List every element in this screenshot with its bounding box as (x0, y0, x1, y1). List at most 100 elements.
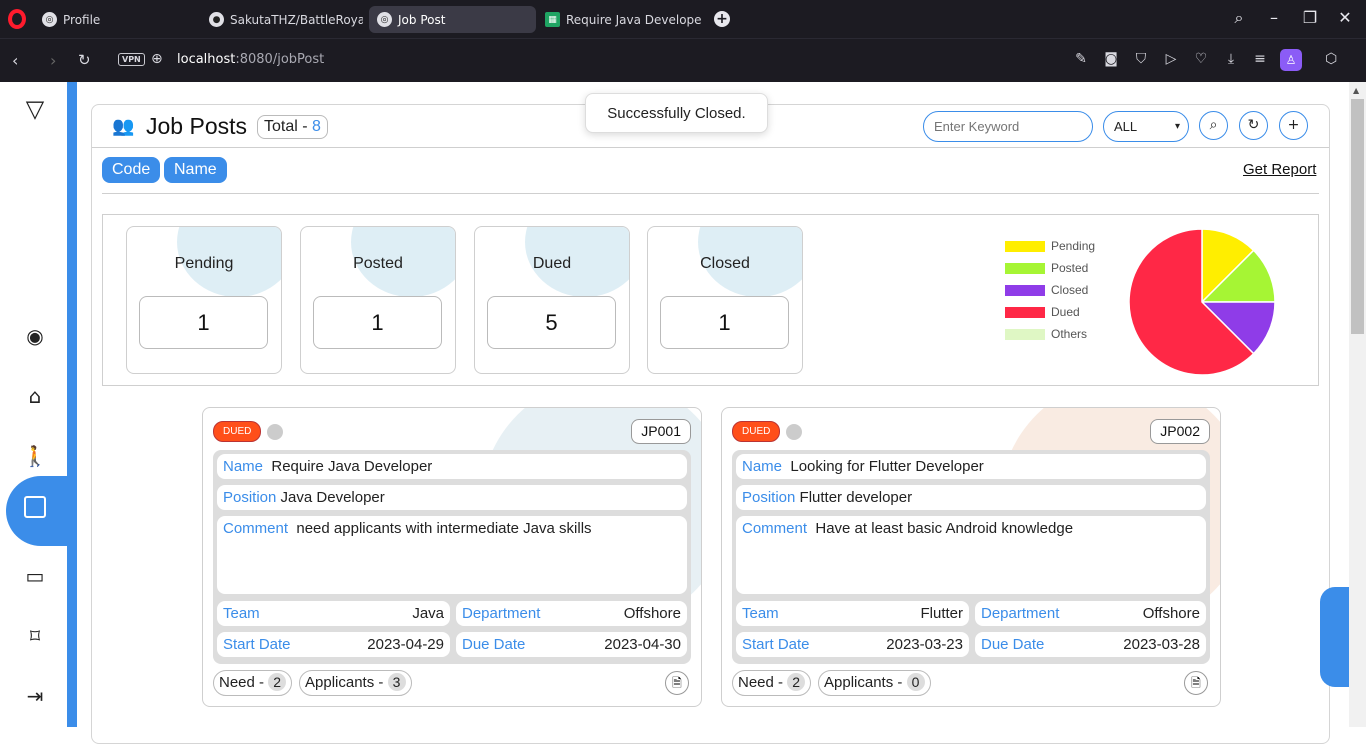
monitor-icon[interactable]: ▭ (20, 561, 50, 591)
edit-icon[interactable]: ✎ (1072, 51, 1090, 67)
scrollbar-thumb[interactable] (1351, 99, 1364, 334)
site-info-icon[interactable]: ⊕ (151, 51, 163, 67)
sort-by-name-button[interactable]: Name (164, 157, 227, 183)
download-icon[interactable]: ⤓ (1222, 51, 1240, 67)
stat-value: 1 (660, 296, 789, 349)
new-tab-button[interactable]: + (714, 11, 730, 27)
walking-person-icon[interactable]: 🚶 (20, 441, 50, 471)
url-field[interactable]: localhost:8080/jobPost (177, 52, 324, 67)
sidebar-item-job-post-active[interactable] (6, 476, 77, 546)
logout-icon[interactable]: ⇥ (20, 681, 50, 711)
need-badge: Need - 2 (732, 670, 812, 696)
comment-row: Comment Have at least basic Android know… (736, 516, 1206, 594)
position-row: Position Flutter developer (736, 485, 1206, 510)
restore-button[interactable]: ❐ (1298, 8, 1322, 27)
search-tabs-icon[interactable]: ⌕ (1227, 8, 1251, 28)
legend-item[interactable]: Closed (1005, 279, 1095, 301)
name-row: Name Require Java Developer (217, 454, 687, 479)
opera-logo-icon[interactable] (8, 9, 26, 29)
stat-value: 1 (139, 296, 268, 349)
stat-card-pending: Pending 1 (126, 226, 282, 374)
refresh-button[interactable]: ↻ (1239, 111, 1268, 140)
extensions-icon[interactable]: ⬡ (1325, 51, 1337, 67)
document-icon: 🗎 (1191, 676, 1201, 690)
stat-card-closed: Closed 1 (647, 226, 803, 374)
floating-side-button[interactable] (1320, 587, 1350, 687)
search-icon: ⌕ (1209, 117, 1218, 133)
total-badge: Total - 8 (257, 115, 328, 139)
job-info: Name Looking for Flutter Developer Posit… (732, 450, 1210, 664)
sidebar-edge (67, 82, 77, 727)
forward-button[interactable]: › (50, 51, 56, 70)
chart-legend: Pending Posted Closed Dued Others (1005, 235, 1095, 345)
page-scrollbar[interactable]: ▲ (1349, 82, 1366, 727)
heart-icon[interactable]: ♡ (1192, 51, 1210, 67)
vpn-badge[interactable]: VPN (118, 53, 145, 66)
job-post-card[interactable]: DUED JP002 Name Looking for Flutter Deve… (721, 407, 1221, 707)
address-bar: ‹ › ↻ VPN ⊕ localhost:8080/jobPost ✎ ◙ ⛉… (0, 38, 1366, 113)
due-date-row: Due Date 2023-04-30 (456, 632, 687, 657)
refresh-icon: ↻ (1247, 117, 1260, 133)
legend-label: Closed (1051, 283, 1089, 297)
toast-notification: Successfully Closed. (585, 93, 768, 133)
status-badge: DUED (213, 421, 262, 442)
profile-icon[interactable]: ♙ (1280, 49, 1302, 71)
toggle-dot[interactable] (267, 424, 283, 440)
add-job-post-button[interactable]: + (1279, 111, 1308, 140)
name-row: Name Looking for Flutter Developer (736, 454, 1206, 479)
legend-swatch (1005, 262, 1045, 274)
legend-item[interactable]: Dued (1005, 301, 1095, 323)
stat-label: Pending (174, 255, 234, 272)
sort-by-code-button[interactable]: Code (102, 157, 161, 183)
team-row: Team Java (217, 601, 450, 626)
minimize-button[interactable]: – (1262, 8, 1286, 27)
tab-profile[interactable]: ◎ Profile (34, 6, 194, 33)
play-icon[interactable]: ▷ (1162, 51, 1180, 67)
tag-icon[interactable]: ⌑ (20, 621, 50, 651)
pizza-logo-icon[interactable]: ▽ (20, 94, 50, 124)
applicants-badge[interactable]: Applicants - 0 (818, 670, 931, 696)
toggle-dot[interactable] (786, 424, 802, 440)
back-button[interactable]: ‹ (12, 51, 18, 70)
document-button[interactable]: 🗎 (665, 671, 689, 695)
keyword-search-input[interactable] (923, 111, 1093, 142)
document-button[interactable]: 🗎 (1184, 671, 1208, 695)
globe-icon: ◎ (42, 12, 57, 27)
legend-item[interactable]: Pending (1005, 235, 1095, 257)
close-window-button[interactable]: ✕ (1333, 8, 1357, 27)
tab-github[interactable]: ● SakutaTHZ/BattleRoyale: (201, 6, 363, 33)
legend-item[interactable]: Posted (1005, 257, 1095, 279)
shield-icon[interactable]: ⛉ (1132, 51, 1150, 67)
menu-icon[interactable]: ≡ (1251, 51, 1269, 67)
legend-label: Posted (1051, 261, 1089, 275)
legend-swatch (1005, 284, 1045, 296)
get-report-link[interactable]: Get Report (1243, 161, 1316, 178)
main-panel: 👥 Job Posts Total - 8 ALL▾ ⌕ ↻ + Code Na… (91, 104, 1330, 744)
plus-icon: + (1287, 117, 1300, 133)
camera-icon[interactable]: ◙ (1102, 51, 1120, 67)
page: ▽ ◉ ⌂ 🚶 ▭ ⌑ ⇥ 👥 Job Posts Total - 8 ALL▾… (0, 82, 1366, 744)
start-date-row: Start Date 2023-03-23 (736, 632, 969, 657)
edit-note-icon (24, 496, 46, 518)
status-filter-select[interactable]: ALL ▾ (1103, 111, 1189, 142)
reload-button[interactable]: ↻ (78, 51, 91, 69)
home-icon[interactable]: ⌂ (20, 381, 50, 411)
profile-icon[interactable]: ◉ (20, 321, 50, 351)
scroll-up-arrow[interactable]: ▲ (1353, 86, 1359, 95)
tab-job-post[interactable]: ◎ Job Post (369, 6, 536, 33)
status-pie-chart (1128, 228, 1276, 376)
legend-item[interactable]: Others (1005, 323, 1095, 345)
comment-row: Comment need applicants with intermediat… (217, 516, 687, 594)
divider (102, 193, 1319, 194)
job-info: Name Require Java Developer Position Jav… (213, 450, 691, 664)
position-row: Position Java Developer (217, 485, 687, 510)
globe-icon: ◎ (377, 12, 392, 27)
tab-sheet[interactable]: ▦ Require Java Developer (F (537, 6, 702, 33)
legend-label: Pending (1051, 239, 1096, 253)
applicants-badge[interactable]: Applicants - 3 (299, 670, 412, 696)
stat-card-posted: Posted 1 (300, 226, 456, 374)
stat-label: Posted (353, 255, 403, 272)
search-button[interactable]: ⌕ (1199, 111, 1228, 140)
department-row: Department Offshore (975, 601, 1206, 626)
job-post-card[interactable]: DUED JP001 Name Require Java Developer P… (202, 407, 702, 707)
